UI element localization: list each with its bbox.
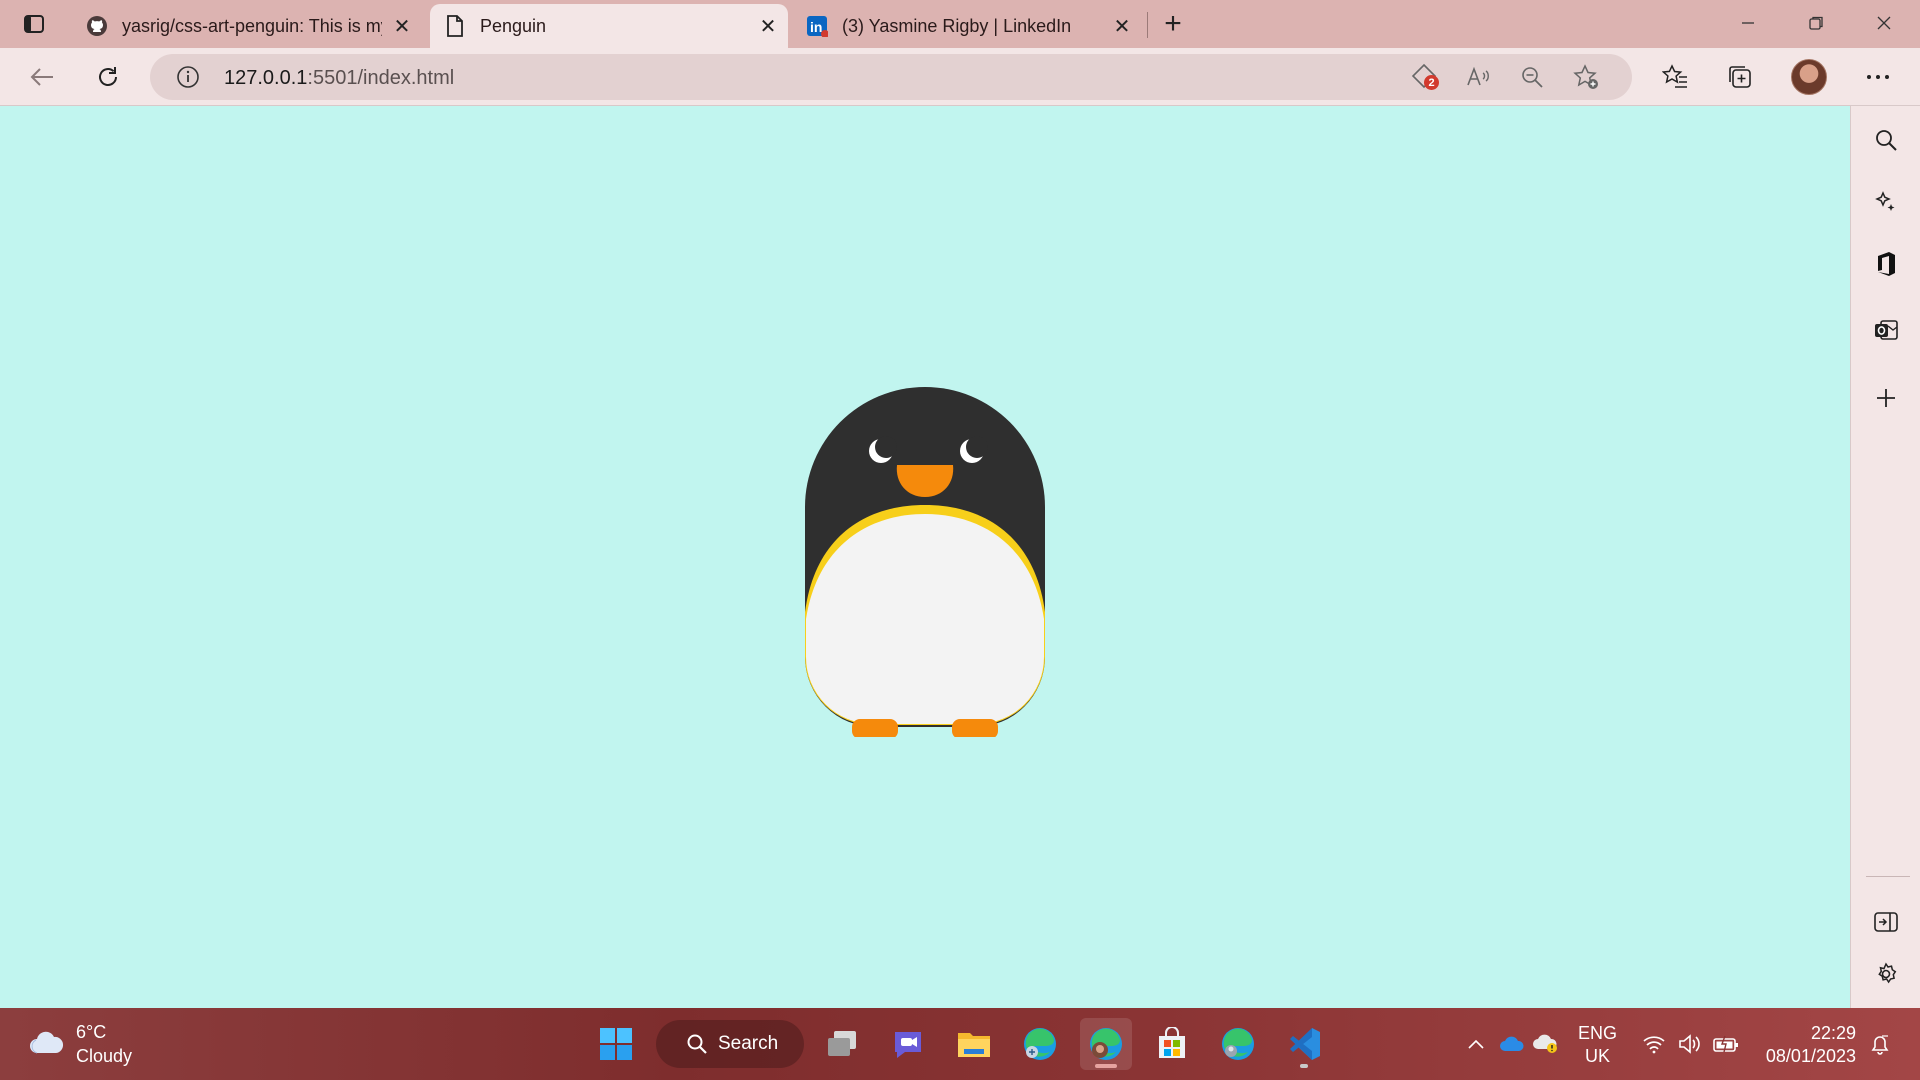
edge-dev-icon[interactable] — [1014, 1018, 1066, 1070]
discover-icon[interactable] — [1866, 182, 1906, 222]
tab-close-button[interactable]: ✕ — [754, 12, 782, 40]
tracking-prevention-icon[interactable]: 2 — [1408, 61, 1440, 93]
zoom-out-icon[interactable] — [1516, 61, 1548, 93]
tab-title: (3) Yasmine Rigby | LinkedIn — [842, 15, 1072, 36]
clock-time: 22:29 — [1810, 1023, 1856, 1043]
browser-toolbar: 127.0.0.1:5501/index.html 2 — [0, 48, 1920, 106]
outlook-icon[interactable] — [1866, 310, 1906, 350]
tab-title: Penguin — [480, 15, 547, 36]
search-icon — [686, 1033, 708, 1055]
more-options-icon[interactable] — [1858, 57, 1898, 97]
weather-condition: Cloudy — [76, 1046, 133, 1066]
tab-strip: yasrig/css-art-penguin: This is my ✕ Pen… — [0, 0, 1920, 48]
battery-icon[interactable] — [1710, 1028, 1742, 1060]
weather-temp: 6°C — [76, 1022, 107, 1042]
file-explorer-icon[interactable] — [948, 1018, 1000, 1070]
start-button[interactable] — [590, 1018, 642, 1070]
notifications-icon[interactable] — [1864, 1028, 1896, 1060]
tab-separator — [1147, 12, 1148, 38]
weather-widget[interactable]: 6°C Cloudy — [28, 1018, 132, 1070]
read-aloud-icon[interactable] — [1462, 61, 1494, 93]
onedrive-warning-icon[interactable] — [1530, 1028, 1562, 1060]
linkedin-icon: in — [806, 15, 828, 37]
tab-actions-icon[interactable] — [16, 6, 52, 42]
tab-title: yasrig/css-art-penguin: This is my — [122, 15, 382, 36]
settings-gear-icon[interactable] — [1866, 954, 1906, 994]
wifi-icon[interactable] — [1638, 1028, 1670, 1060]
taskbar-search[interactable]: Search — [656, 1020, 804, 1068]
penguin-right-foot — [952, 719, 998, 737]
microsoft-store-icon[interactable] — [1146, 1018, 1198, 1070]
search-icon[interactable] — [1866, 120, 1906, 160]
chevron-up-icon[interactable] — [1460, 1028, 1492, 1060]
tracking-badge: 2 — [1424, 75, 1439, 90]
collections-icon[interactable] — [1720, 57, 1760, 97]
running-app-indicator — [1300, 1064, 1308, 1068]
tab-close-button[interactable]: ✕ — [388, 12, 416, 40]
url-text[interactable]: 127.0.0.1:5501/index.html — [224, 67, 454, 90]
url-host: 127.0.0.1 — [224, 67, 308, 89]
tab-linkedin[interactable]: in (3) Yasmine Rigby | LinkedIn ✕ — [792, 4, 1142, 48]
taskbar: 6°C Cloudy Search ENG UK 22:29 08/01/202… — [0, 1008, 1920, 1080]
system-clock[interactable]: 22:29 08/01/2023 — [1760, 1022, 1856, 1068]
back-button[interactable] — [22, 57, 62, 97]
search-label: Search — [718, 1033, 779, 1054]
github-icon — [86, 15, 108, 37]
penguin-belly — [806, 514, 1044, 724]
minimize-button[interactable] — [1714, 0, 1782, 46]
site-info-icon[interactable] — [172, 61, 204, 93]
input-language[interactable]: ENG UK — [1578, 1022, 1617, 1068]
tab-github[interactable]: yasrig/css-art-penguin: This is my ✕ — [72, 4, 422, 48]
favorites-icon[interactable] — [1655, 57, 1695, 97]
sidebar-divider — [1866, 876, 1910, 877]
tab-penguin[interactable]: Penguin ✕ — [430, 4, 788, 48]
vscode-icon[interactable] — [1278, 1018, 1330, 1070]
cloud-icon — [28, 1029, 64, 1060]
refresh-button[interactable] — [88, 57, 128, 97]
clock-date: 08/01/2023 — [1765, 1046, 1856, 1066]
close-window-button[interactable] — [1850, 0, 1918, 46]
new-tab-button[interactable]: + — [1155, 6, 1191, 42]
url-path: :5501/index.html — [307, 67, 455, 89]
teams-chat-icon[interactable] — [882, 1018, 934, 1070]
language-region: UK — [1585, 1046, 1611, 1066]
add-sidebar-app-icon[interactable] — [1866, 378, 1906, 418]
page-content — [0, 106, 1850, 1008]
tab-close-button[interactable]: ✕ — [1108, 12, 1136, 40]
task-view-icon[interactable] — [816, 1018, 868, 1070]
svg-text:in: in — [810, 19, 822, 35]
page-icon — [444, 15, 466, 37]
language-code: ENG — [1578, 1023, 1618, 1043]
active-app-indicator — [1095, 1064, 1117, 1068]
volume-icon[interactable] — [1674, 1028, 1706, 1060]
profile-avatar[interactable] — [1791, 59, 1827, 95]
onedrive-icon[interactable] — [1496, 1028, 1528, 1060]
office-icon[interactable] — [1866, 244, 1906, 284]
edge-sidebar — [1850, 106, 1920, 1008]
hide-sidebar-icon[interactable] — [1866, 902, 1906, 942]
address-bar[interactable]: 127.0.0.1:5501/index.html 2 — [150, 54, 1632, 100]
add-favorite-icon[interactable] — [1570, 61, 1602, 93]
plus-icon: + — [1164, 7, 1182, 40]
edge-browser-icon[interactable] — [1212, 1018, 1264, 1070]
penguin-left-foot — [852, 719, 898, 737]
edge-profile-icon[interactable] — [1080, 1018, 1132, 1070]
penguin-art — [805, 387, 1045, 737]
restore-button[interactable] — [1782, 0, 1850, 46]
